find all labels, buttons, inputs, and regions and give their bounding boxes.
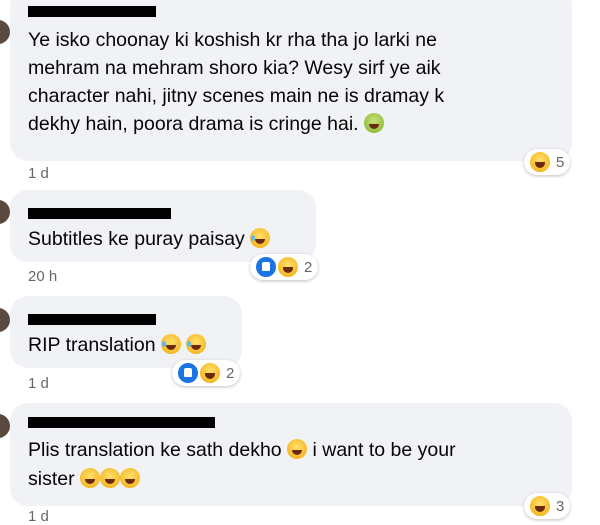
avatar[interactable] [0, 414, 10, 438]
comment-text: RIP translation [28, 334, 156, 356]
haha-emoji-icon [100, 468, 121, 488]
haha-emoji-icon [528, 494, 552, 518]
comment-text: sister [28, 468, 75, 490]
reaction-count: 2 [304, 258, 313, 276]
like-icon [254, 255, 278, 279]
like-icon [176, 361, 200, 385]
avatar[interactable] [0, 200, 10, 224]
reaction-summary[interactable]: 3 [524, 493, 571, 519]
comment-timestamp[interactable]: 1 d [28, 508, 49, 525]
reaction-count: 3 [556, 497, 565, 515]
crying-emoji-icon [186, 334, 207, 354]
comment-text-line: dekhy hain, poora drama is cringe hai. [28, 110, 385, 139]
redacted-author-name [28, 314, 156, 325]
comment-bubble: Ye isko choonay ki koshish kr rha tha jo… [10, 0, 572, 161]
comment-timestamp[interactable]: 20 h [28, 268, 57, 285]
comment-timestamp[interactable]: 1 d [28, 375, 49, 392]
reaction-summary[interactable]: 5 [524, 149, 571, 175]
comment-bubble: Plis translation ke sath dekho i want to… [10, 403, 572, 506]
rofl-emoji-icon [250, 228, 271, 248]
comment-text-line: Subtitles ke puray paisay [28, 225, 271, 254]
reaction-summary[interactable]: 2 [172, 360, 241, 386]
reaction-count: 2 [226, 364, 235, 382]
reaction-count: 5 [556, 153, 565, 171]
haha-emoji-icon [120, 468, 141, 488]
comment-bubble: RIP translation [10, 296, 242, 368]
comment-text-line: sister [28, 465, 141, 494]
avatar[interactable] [0, 20, 10, 44]
redacted-author-name [28, 417, 215, 428]
haha-emoji-icon [287, 439, 308, 459]
haha-emoji-icon [528, 150, 552, 174]
comment-bubble: Subtitles ke puray paisay [10, 190, 316, 262]
redacted-author-name [28, 6, 156, 17]
redacted-author-name [28, 208, 171, 219]
comment-text: Plis translation ke sath dekho [28, 439, 282, 461]
comment-text-line: character nahi, jitny scenes main ne is … [28, 85, 445, 107]
comment-text-line: Ye isko choonay ki koshish kr rha tha jo… [28, 29, 437, 51]
reaction-summary[interactable]: 2 [250, 254, 319, 280]
comment-text-line: RIP translation [28, 331, 207, 360]
comment-text: dekhy hain, poora drama is cringe hai. [28, 113, 359, 135]
comment-text: i want to be your [312, 439, 456, 461]
comment-text-line: mehram na mehram shoro kia? Wesy sirf ye… [28, 57, 441, 79]
crying-emoji-icon [160, 334, 181, 354]
avatar[interactable] [0, 308, 10, 332]
comment-text: Subtitles ke puray paisay [28, 228, 245, 250]
haha-emoji-icon [198, 361, 222, 385]
haha-emoji-icon [80, 468, 101, 488]
haha-emoji-icon [276, 255, 300, 279]
comment-text-line: Plis translation ke sath dekho i want to… [28, 436, 456, 465]
comment-timestamp[interactable]: 1 d [28, 165, 49, 182]
sick-emoji-icon [364, 113, 385, 133]
